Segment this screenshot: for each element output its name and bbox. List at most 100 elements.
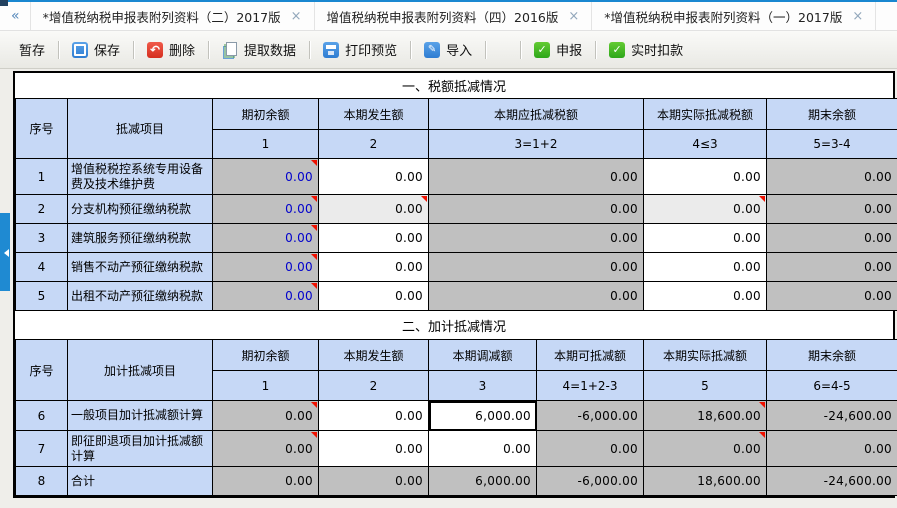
sidebar-collapse-handle[interactable] [0,213,10,291]
col-header-actual-deducted-amount: 本期实际抵减额 [644,340,767,371]
tab-fulu-er-2017[interactable]: *增值税纳税申报表附列资料（二）2017版 × [30,2,315,30]
cell-current-amount[interactable]: 0.00 [319,282,429,311]
cell-current-amount[interactable]: 0.00 [319,253,429,282]
cell-actual-deducted-tax[interactable]: 0.00 [644,195,767,224]
cell-closing-balance: 0.00 [767,282,897,311]
col-header-seq: 序号 [16,99,68,159]
row-seq: 4 [16,253,68,282]
tax-credit-table: 序号 抵减项目 期初余额 本期发生额 本期应抵减税额 本期实际抵减税额 期末余额… [15,98,897,311]
cell-current-amount: 0.00 [319,467,429,496]
row-seq: 3 [16,224,68,253]
cell-current-amount[interactable]: 0.00 [319,431,429,467]
cell-current-amount[interactable]: 0.00 [319,224,429,253]
close-icon[interactable]: × [852,10,863,23]
col-header-current-reduction: 本期调减额 [429,340,537,371]
cell-deductible-amount: -6,000.00 [537,467,644,496]
table-row: 5 出租不动产预征缴纳税款 0.00 0.00 0.00 0.00 0.00 [16,282,897,311]
toolbar-separator [410,41,411,59]
print-preview-label: 打印预览 [345,40,397,59]
cell-deductible-tax: 0.00 [429,159,644,195]
row-item-label: 一般项目加计抵减额计算 [68,401,213,431]
col-index: 3=1+2 [429,130,644,159]
col-header-current-amount: 本期发生额 [319,340,429,371]
import-button[interactable]: ✎ 导入 [415,36,481,63]
tab-fulu-si-2016[interactable]: 增值税纳税申报表附列资料（四）2016版 × [314,2,593,30]
row-seq: 8 [16,467,68,496]
save-icon [72,42,88,58]
temp-save-label: 暂存 [19,40,45,59]
col-header-actual-deducted-tax: 本期实际抵减税额 [644,99,767,130]
save-button[interactable]: 保存 [63,36,129,63]
delete-button[interactable]: ↶ 删除 [138,36,204,63]
row-item-label: 出租不动产预征缴纳税款 [68,282,213,311]
row-item-label: 增值税税控系统专用设备费及技术维护费 [68,159,213,195]
check-icon: ✓ [534,42,550,58]
row-seq: 2 [16,195,68,224]
active-cell-current-reduction[interactable]: 6,000.00 [429,401,537,431]
col-index: 1 [213,130,319,159]
row-seq: 1 [16,159,68,195]
section2-title: 二、加计抵减情况 [15,311,893,339]
tax-form-sheet: 一、税额抵减情况 序号 抵减项目 期初余额 本期发生额 本期应抵减税额 本期实际… [13,71,895,498]
cell-opening-balance: 0.00 [213,159,319,195]
save-label: 保存 [94,40,120,59]
cell-closing-balance: -24,600.00 [767,467,897,496]
cell-current-reduction[interactable]: 0.00 [429,431,537,467]
cell-actual-deducted-tax[interactable]: 0.00 [644,224,767,253]
extract-data-label: 提取数据 [244,40,296,59]
col-index: 1 [213,371,319,401]
extract-data-button[interactable]: 提取数据 [213,36,305,63]
cell-opening-balance: 0.00 [213,253,319,282]
window-corner-chip [0,0,8,6]
temp-save-button[interactable]: 暂存 [10,36,54,63]
check-icon: ✓ [609,42,625,58]
col-header-deductible-amount: 本期可抵减额 [537,340,644,371]
realtime-deduct-button[interactable]: ✓ 实时扣款 [600,36,692,63]
close-icon[interactable]: × [291,10,302,23]
col-header-closing-balance: 期末余额 [767,99,897,130]
tab-fulu-yi-2017[interactable]: *增值税纳税申报表附列资料（一）2017版 × [591,2,876,30]
tab-label: 增值税纳税申报表附列资料（四）2016版 [327,7,559,26]
col-index: 3 [429,371,537,401]
cell-actual-deducted-tax[interactable]: 0.00 [644,253,767,282]
cell-opening-balance: 0.00 [213,467,319,496]
col-header-item: 抵减项目 [68,99,213,159]
cell-opening-balance: 0.00 [213,195,319,224]
cell-current-amount[interactable]: 0.00 [319,401,429,431]
table-row-total: 8 合计 0.00 0.00 6,000.00 -6,000.00 18,600… [16,467,897,496]
cell-closing-balance: 0.00 [767,159,897,195]
toolbar-separator [520,41,521,59]
toolbar-separator [58,41,59,59]
close-icon[interactable]: × [568,10,579,23]
cell-deductible-tax: 0.00 [429,224,644,253]
cell-current-reduction: 6,000.00 [429,467,537,496]
declare-label: 申报 [556,40,582,59]
cell-deductible-amount: -6,000.00 [537,401,644,431]
table-row: 3 建筑服务预征缴纳税款 0.00 0.00 0.00 0.00 0.00 [16,224,897,253]
delete-icon: ↶ [147,42,163,58]
declare-button[interactable]: ✓ 申报 [525,36,591,63]
cell-actual-deducted-tax[interactable]: 0.00 [644,159,767,195]
cell-current-amount[interactable]: 0.00 [319,195,429,224]
row-item-label: 合计 [68,467,213,496]
section1-title: 一、税额抵减情况 [15,73,893,98]
col-index: 2 [319,371,429,401]
cell-closing-balance: 0.00 [767,431,897,467]
cell-opening-balance: 0.00 [213,282,319,311]
col-index: 4=1+2-3 [537,371,644,401]
extract-data-icon [222,42,238,58]
tabs-collapse-button[interactable]: « [0,2,31,30]
table-row: 2 分支机构预征缴纳税款 0.00 0.00 0.00 0.00 0.00 [16,195,897,224]
col-header-opening-balance: 期初余额 [213,99,319,130]
cell-actual-deducted-tax[interactable]: 0.00 [644,282,767,311]
col-index: 4≤3 [644,130,767,159]
form-content-area: 一、税额抵减情况 序号 抵减项目 期初余额 本期发生额 本期应抵减税额 本期实际… [0,69,897,508]
cell-current-amount[interactable]: 0.00 [319,159,429,195]
col-index: 2 [319,130,429,159]
cell-deductible-tax: 0.00 [429,253,644,282]
cell-closing-balance: 0.00 [767,195,897,224]
cell-closing-balance: 0.00 [767,224,897,253]
row-item-label: 即征即退项目加计抵减额计算 [68,431,213,467]
col-header-item: 加计抵减项目 [68,340,213,401]
print-preview-button[interactable]: 打印预览 [314,36,406,63]
